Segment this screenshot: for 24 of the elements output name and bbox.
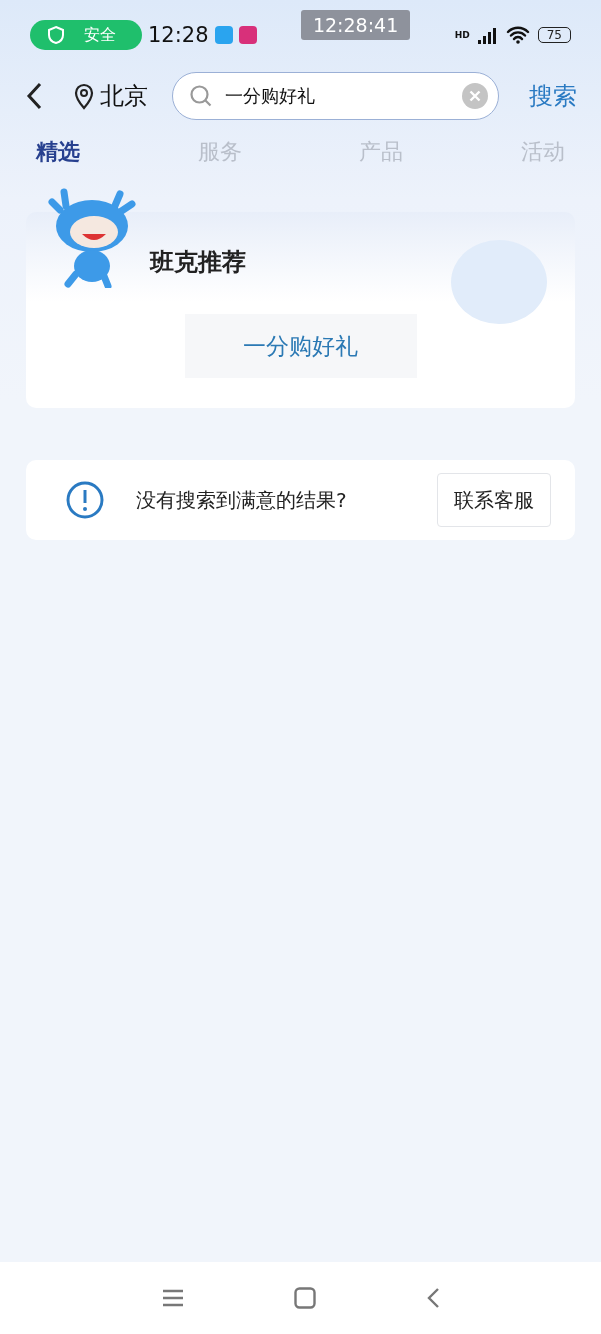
no-result-message: 没有搜索到满意的结果? xyxy=(136,486,347,514)
search-icon xyxy=(189,84,213,108)
suggestion-chip[interactable]: 一分购好礼 xyxy=(184,314,417,378)
info-icon xyxy=(66,481,104,519)
category-tab[interactable]: 精选 xyxy=(36,137,80,167)
location-pin-icon xyxy=(74,82,94,110)
search-bar[interactable]: 一分购好礼 xyxy=(172,72,499,120)
recorder-clock: 12:28:41 xyxy=(300,10,411,40)
search-button[interactable]: 搜索 xyxy=(529,80,577,112)
location-label[interactable]: 北京 xyxy=(100,80,148,112)
app-icon xyxy=(238,26,257,44)
shield-icon xyxy=(46,25,66,45)
signal-icon xyxy=(477,26,498,44)
card-title: 班克推荐 xyxy=(150,247,246,278)
status-time: 12:28 xyxy=(148,23,209,47)
contact-service-button[interactable]: 联系客服 xyxy=(437,473,551,527)
battery-indicator: 75 xyxy=(537,27,571,43)
network-type: HD xyxy=(454,30,470,40)
home-icon[interactable] xyxy=(293,1287,316,1309)
security-label: 安全 xyxy=(84,24,116,46)
search-input[interactable]: 一分购好礼 xyxy=(223,84,452,108)
wifi-icon xyxy=(505,26,530,44)
back-icon[interactable] xyxy=(26,82,42,110)
menu-icon[interactable] xyxy=(161,1289,184,1307)
